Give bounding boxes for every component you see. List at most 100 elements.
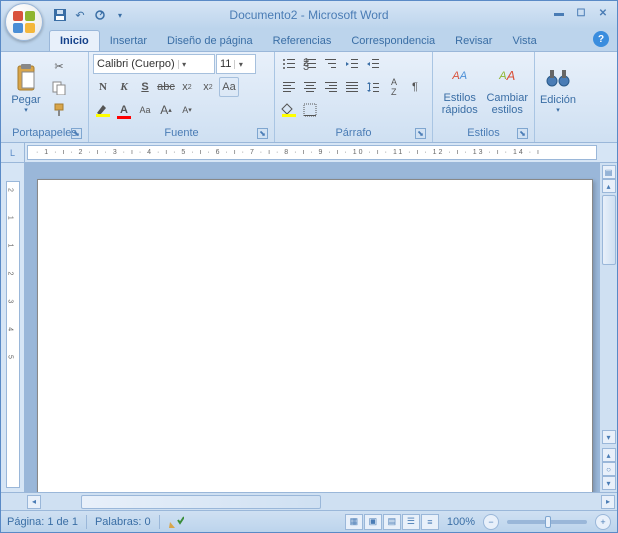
change-styles-icon: AA [493,62,521,90]
bullets-button[interactable] [279,54,299,74]
tab-referencias[interactable]: Referencias [263,31,342,51]
tab-selector[interactable]: L [1,143,25,162]
page-viewport [25,163,599,492]
tab-vista[interactable]: Vista [502,31,546,51]
zoom-out-button[interactable]: − [483,514,499,530]
font-color-button[interactable]: A [114,100,134,120]
draft-view[interactable]: ≡ [421,514,439,530]
copy-icon[interactable] [49,78,69,98]
font-family-combo[interactable]: Calibri (Cuerpo)▾ [93,54,215,74]
scroll-thumb[interactable] [602,195,616,265]
strikethrough-button[interactable]: abc [156,77,176,97]
reading-view[interactable]: ▣ [364,514,382,530]
chevron-down-icon[interactable]: ▾ [178,60,190,69]
underline-button[interactable]: S [135,77,155,97]
redo-icon[interactable] [91,6,109,24]
scroll-right-button[interactable]: ▸ [601,495,615,509]
subscript-button[interactable]: x2 [177,77,197,97]
scroll-down-button[interactable]: ▾ [602,430,616,444]
vertical-scrollbar: ▤ ▴ ▾ ▴ ○ ▾ [599,163,617,492]
tab-insertar[interactable]: Insertar [100,31,157,51]
styles-label: Estilos⬊ [437,127,530,142]
word-count[interactable]: Palabras: 0 [95,516,151,528]
paste-icon [12,64,40,92]
show-marks-button[interactable]: ¶ [405,77,425,97]
decrease-indent-button[interactable] [342,54,362,74]
save-icon[interactable] [51,6,69,24]
office-logo-icon [13,11,35,33]
zoom-slider[interactable] [507,520,587,524]
office-button[interactable] [5,3,43,41]
clear-format-button[interactable]: Aa [135,100,155,120]
undo-icon[interactable]: ↶ [71,6,89,24]
zoom-slider-thumb[interactable] [545,516,551,528]
borders-button[interactable] [300,100,320,120]
vertical-ruler-area: 2 1 1 2 3 4 5 [1,163,25,492]
editing-button[interactable]: Edición ▾ [539,54,577,124]
italic-button[interactable]: K [114,77,134,97]
close-button[interactable]: ✕ [593,5,613,21]
window-title: Documento2 - Microsoft Word [229,8,388,22]
bold-button[interactable]: N [93,77,113,97]
document-page[interactable] [37,179,593,492]
shading-button[interactable] [279,100,299,120]
page-status[interactable]: Página: 1 de 1 [7,516,78,528]
horizontal-ruler[interactable]: · 1 · ı · 2 · ı · 3 · ı · 4 · ı · 5 · ı … [27,145,597,160]
shrink-font-button[interactable]: A▾ [177,100,197,120]
zoom-level[interactable]: 100% [447,516,475,528]
clipboard-dialog-launcher[interactable]: ⬊ [71,128,82,139]
align-left-button[interactable] [279,77,299,97]
line-spacing-button[interactable] [363,77,383,97]
status-bar: Página: 1 de 1 Palabras: 0 ▦ ▣ ▤ ☰ ≡ 100… [1,510,617,532]
ruler-toggle[interactable]: ▤ [602,165,616,179]
cut-icon[interactable]: ✂ [49,56,69,76]
grow-font-button[interactable]: A▴ [156,100,176,120]
change-styles-button[interactable]: AA Cambiar estilos [485,54,531,124]
multilevel-list-button[interactable] [321,54,341,74]
web-view[interactable]: ▤ [383,514,401,530]
view-buttons: ▦ ▣ ▤ ☰ ≡ [345,514,439,530]
align-center-button[interactable] [300,77,320,97]
print-layout-view[interactable]: ▦ [345,514,363,530]
minimize-button[interactable]: ▬ [549,5,569,21]
help-icon[interactable]: ? [593,31,609,47]
proofing-icon[interactable] [168,515,184,529]
quick-styles-button[interactable]: AA Estilos rápidos [437,54,483,124]
change-styles-label: Cambiar estilos [486,92,528,116]
paragraph-dialog-launcher[interactable]: ⬊ [415,128,426,139]
browse-object-button[interactable]: ○ [602,462,616,476]
superscript-button[interactable]: x2 [198,77,218,97]
group-editing: Edición ▾ [535,52,581,142]
group-styles: AA Estilos rápidos AA Cambiar estilos Es… [433,52,535,142]
quick-access-toolbar: ↶ ▾ [51,6,129,24]
scroll-up-button[interactable]: ▴ [602,179,616,193]
font-label: Fuente⬊ [93,127,270,142]
tab-revisar[interactable]: Revisar [445,31,502,51]
vertical-ruler[interactable]: 2 1 1 2 3 4 5 [6,181,20,488]
scroll-left-button[interactable]: ◂ [27,495,41,509]
highlight-button[interactable] [93,100,113,120]
maximize-button[interactable]: ☐ [571,5,591,21]
align-right-button[interactable] [321,77,341,97]
zoom-in-button[interactable]: + [595,514,611,530]
paste-button[interactable]: Pegar ▾ [5,54,47,124]
editing-label: Edición [540,94,576,106]
change-case-button[interactable]: Aa [219,77,239,97]
hscroll-thumb[interactable] [81,495,321,509]
next-page-button[interactable]: ▾ [602,476,616,490]
font-size-combo[interactable]: 11▾ [216,54,256,74]
format-painter-icon[interactable] [49,100,69,120]
outline-view[interactable]: ☰ [402,514,420,530]
chevron-down-icon[interactable]: ▾ [234,60,246,69]
font-dialog-launcher[interactable]: ⬊ [257,128,268,139]
tab-inicio[interactable]: Inicio [49,30,100,51]
styles-dialog-launcher[interactable]: ⬊ [517,128,528,139]
qat-customize-icon[interactable]: ▾ [111,6,129,24]
numbering-button[interactable]: 123 [300,54,320,74]
tab-correspondencia[interactable]: Correspondencia [341,31,445,51]
tab-diseno[interactable]: Diseño de página [157,31,263,51]
prev-page-button[interactable]: ▴ [602,448,616,462]
increase-indent-button[interactable] [363,54,383,74]
justify-button[interactable] [342,77,362,97]
sort-button[interactable]: AZ [384,77,404,97]
